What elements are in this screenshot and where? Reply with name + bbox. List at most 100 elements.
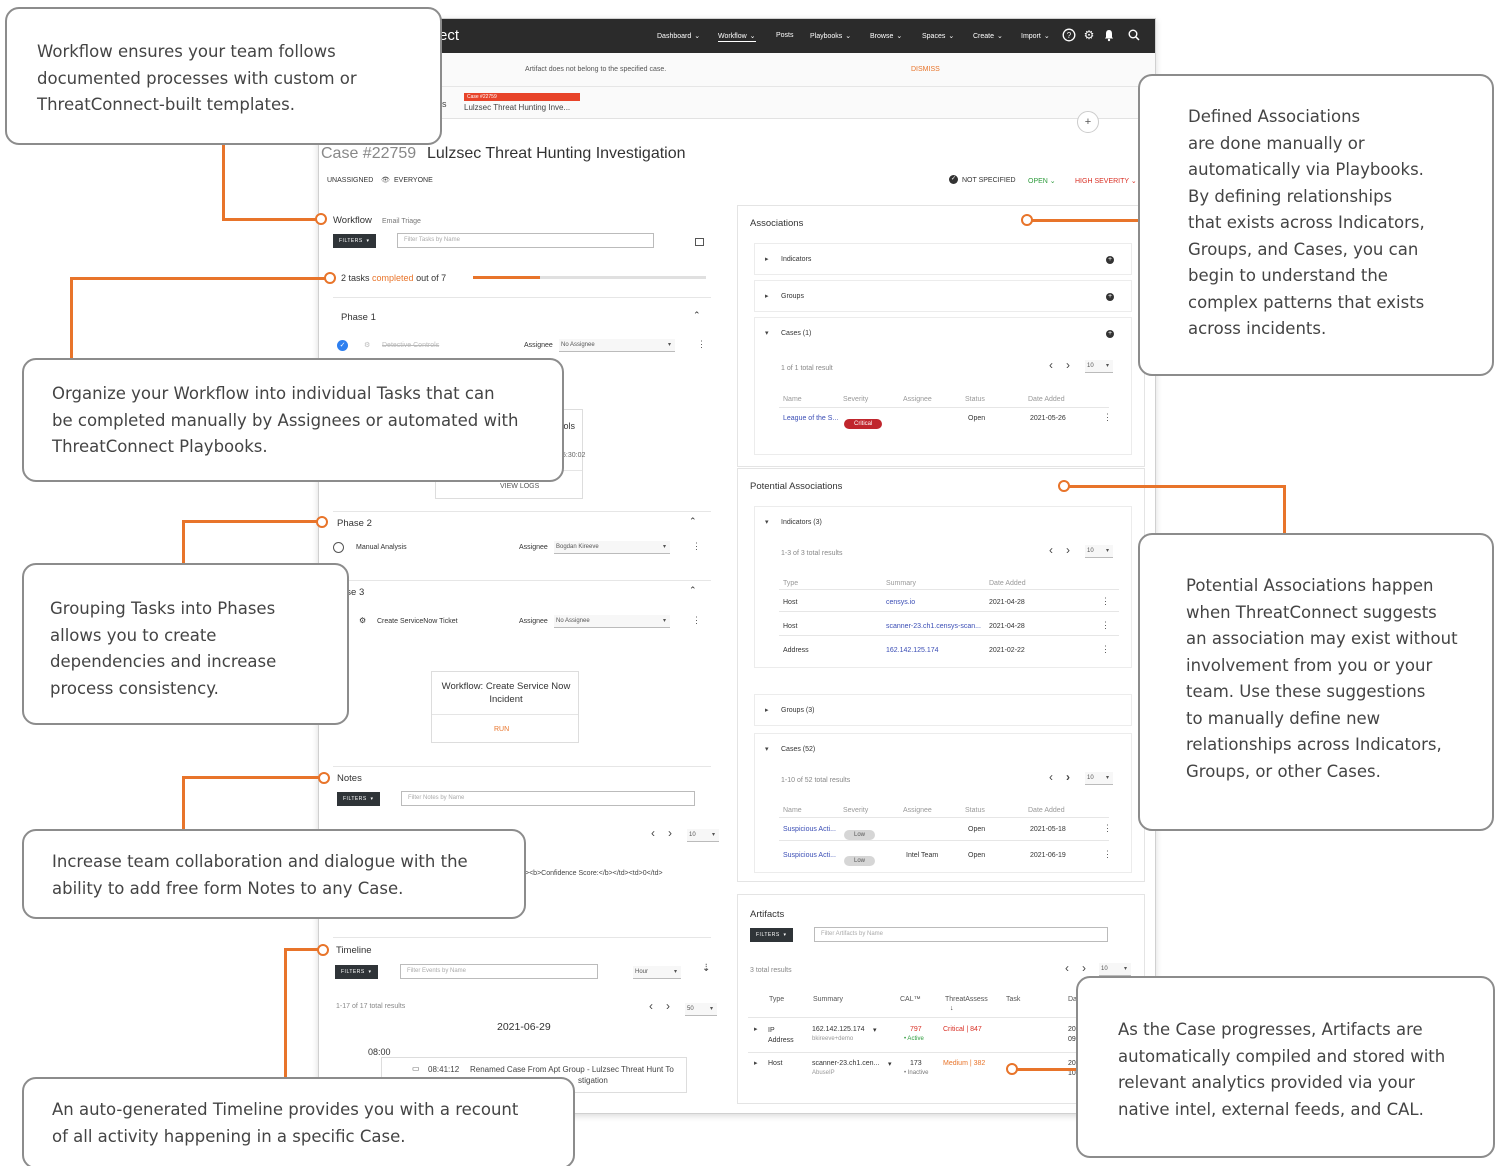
per-page-select[interactable]: 10 ▾ [1085, 772, 1113, 785]
filter-tasks-input[interactable]: Filter Tasks by Name [397, 233, 654, 248]
prev-page-icon[interactable]: ‹ [1049, 770, 1053, 784]
case-visibility[interactable]: EVERYONE [394, 177, 433, 184]
per-page-select[interactable]: 10 ▾ [1085, 545, 1113, 558]
next-page-icon[interactable]: › [1066, 543, 1070, 557]
col-type: Type [783, 580, 799, 587]
dismiss-button[interactable]: DISMISS [911, 66, 940, 73]
groups-section[interactable]: ▸ Groups + [754, 280, 1132, 312]
more-options-icon[interactable]: ⋮ [1101, 620, 1110, 631]
next-page-icon[interactable]: › [1066, 770, 1070, 784]
next-page-icon[interactable]: › [668, 826, 672, 840]
filter-artifacts-input[interactable]: Filter Artifacts by Name [814, 927, 1108, 942]
case-status[interactable]: OPEN ⌄ [1028, 177, 1056, 185]
callout-line: native intel, external feeds, and CAL. [1118, 1099, 1424, 1119]
bell-icon[interactable] [1102, 28, 1116, 42]
collapse-triangle-icon[interactable]: ▾ [765, 518, 769, 526]
more-options-icon[interactable]: ⋮ [1103, 849, 1112, 860]
case-link[interactable]: Suspicious Acti... [783, 826, 836, 833]
search-icon[interactable] [1127, 28, 1141, 42]
summary-link[interactable]: 162.142.125.174 [886, 647, 939, 654]
prev-page-icon[interactable]: ‹ [1049, 543, 1053, 557]
timeline-filters-button[interactable]: FILTERS ▾ [335, 965, 378, 979]
collapse-chevron-icon[interactable]: ⌃ [689, 516, 697, 527]
nav-spaces[interactable]: Spaces ⌄ [922, 32, 954, 40]
nav-posts[interactable]: Posts [776, 32, 794, 39]
gear-icon[interactable]: ⚙ [1082, 28, 1096, 42]
granularity-select[interactable]: Hour ▾ [633, 966, 681, 979]
summary-link[interactable]: scanner-23.ch1.censys-scan... [886, 623, 981, 630]
case-severity[interactable]: HIGH SEVERITY ⌄ [1075, 177, 1137, 185]
workflow-filters-button[interactable]: FILTERS ▾ [333, 234, 376, 248]
task-incomplete-circle-icon[interactable] [333, 542, 344, 553]
expand-triangle-icon[interactable]: ▸ [754, 1025, 758, 1033]
add-association-icon[interactable]: + [1106, 330, 1114, 338]
workflow-template[interactable]: Email Triage [382, 218, 421, 225]
nav-create[interactable]: Create ⌄ [973, 32, 1003, 40]
more-options-icon[interactable]: ⋮ [1103, 823, 1112, 834]
task-name[interactable]: Detective Controls [382, 342, 439, 349]
more-options-icon[interactable]: ⋮ [1101, 596, 1110, 607]
next-page-icon[interactable]: › [1066, 358, 1070, 372]
summary-cell[interactable]: scanner-23.ch1.cen... [812, 1060, 879, 1067]
run-playbook-button[interactable]: RUN [494, 726, 509, 733]
nav-workflow[interactable]: Workflow ⌄ [718, 32, 756, 42]
add-tab-button[interactable]: + [1077, 111, 1099, 133]
notes-filters-button[interactable]: FILTERS ▾ [337, 792, 380, 806]
nav-browse[interactable]: Browse ⌄ [870, 32, 902, 40]
task-name[interactable]: Create ServiceNow Ticket [377, 618, 458, 625]
filter-notes-input[interactable]: Filter Notes by Name [401, 791, 695, 806]
collapse-triangle-icon[interactable]: ▾ [765, 329, 769, 337]
collapse-chevron-icon[interactable]: ⌃ [689, 585, 697, 596]
collapse-triangle-icon[interactable]: ▾ [765, 745, 769, 753]
artifacts-filters-button[interactable]: FILTERS ▾ [750, 928, 793, 942]
help-icon[interactable]: ? [1062, 28, 1076, 42]
prev-page-icon[interactable]: ‹ [651, 826, 655, 840]
nav-playbooks[interactable]: Playbooks ⌄ [810, 32, 851, 40]
section-label: Cases (52) [781, 746, 816, 753]
per-page-select[interactable]: 10 ▾ [687, 829, 719, 842]
potential-groups-section[interactable]: ▸ Groups (3) [754, 694, 1132, 726]
summary-dropdown-icon[interactable]: ▾ [873, 1026, 877, 1034]
prev-page-icon[interactable]: ‹ [1049, 358, 1053, 372]
case-status-label: OPEN [1028, 178, 1048, 185]
more-options-icon[interactable]: ⋮ [1103, 412, 1112, 423]
per-page-select[interactable]: 10 ▾ [1099, 963, 1131, 976]
case-assignee[interactable]: UNASSIGNED [327, 177, 373, 184]
add-association-icon[interactable]: + [1106, 256, 1114, 264]
task-complete-check-icon[interactable]: ✓ [337, 340, 348, 351]
expand-triangle-icon[interactable]: ▸ [754, 1059, 758, 1067]
sort-icon[interactable]: ⇣ [702, 963, 710, 974]
per-page-select[interactable]: 50 ▾ [685, 1003, 717, 1016]
task-name[interactable]: Manual Analysis [356, 544, 407, 551]
caret-icon: ▾ [1105, 363, 1109, 369]
case-resolution[interactable]: NOT SPECIFIED [962, 177, 1016, 184]
more-options-icon[interactable]: ⋮ [697, 339, 706, 350]
more-options-icon[interactable]: ⋮ [692, 541, 701, 552]
assignee-select[interactable]: Bogdan Kireeve ▾ [554, 541, 670, 554]
case-tab-badge[interactable]: Case #22759 [464, 93, 580, 101]
collapse-chevron-icon[interactable]: ⌃ [693, 310, 701, 321]
nav-import[interactable]: Import ⌄ [1021, 32, 1050, 40]
case-tab-title[interactable]: Lulzsec Threat Hunting Inve... [464, 103, 570, 112]
filter-events-input[interactable]: Filter Events by Name [400, 964, 598, 979]
more-options-icon[interactable]: ⋮ [1101, 644, 1110, 655]
indicators-section[interactable]: ▸ Indicators + [754, 243, 1132, 275]
nav-dashboard[interactable]: Dashboard ⌄ [657, 32, 700, 40]
prev-page-icon[interactable]: ‹ [1065, 961, 1069, 975]
add-association-icon[interactable]: + [1106, 293, 1114, 301]
summary-link[interactable]: censys.io [886, 599, 915, 606]
assignee-select[interactable]: No Assignee ▾ [554, 615, 670, 628]
more-options-icon[interactable]: ⋮ [692, 615, 701, 626]
summary-cell[interactable]: 162.142.125.174 [812, 1026, 865, 1033]
assignee-select[interactable]: No Assignee ▾ [559, 339, 675, 352]
per-page-select[interactable]: 10 ▾ [1085, 360, 1113, 373]
prev-page-icon[interactable]: ‹ [649, 999, 653, 1013]
summary-dropdown-icon[interactable]: ▾ [888, 1060, 892, 1068]
next-page-icon[interactable]: › [666, 999, 670, 1013]
sort-down-icon[interactable]: ↓ [950, 1005, 954, 1012]
next-page-icon[interactable]: › [1082, 961, 1086, 975]
case-link[interactable]: League of the S... [783, 415, 838, 422]
view-logs-button[interactable]: VIEW LOGS [500, 483, 539, 490]
calendar-icon[interactable] [695, 238, 704, 246]
case-link[interactable]: Suspicious Acti... [783, 852, 836, 859]
